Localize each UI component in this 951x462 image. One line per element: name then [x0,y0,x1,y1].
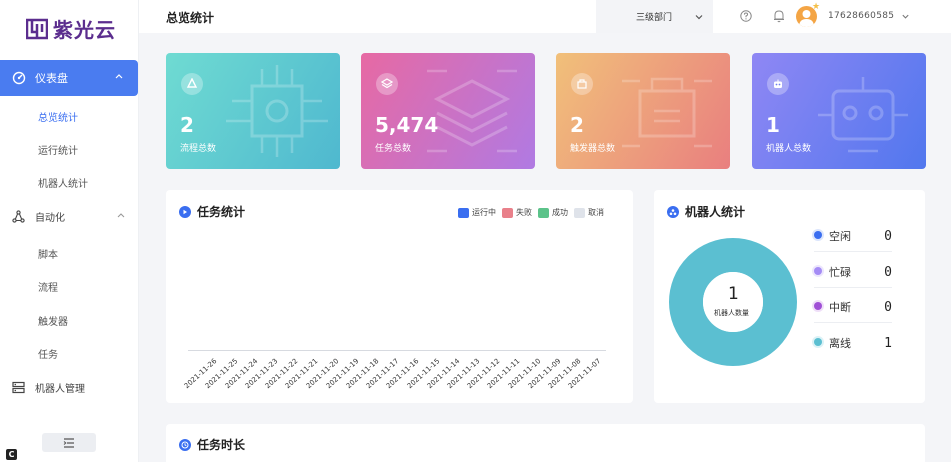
task-duration-panel: 任务时长 [166,424,925,462]
stat-card-processes[interactable]: 2 流程总数 [166,53,340,169]
chevron-up-icon [115,74,123,79]
status-count: 0 [884,300,892,315]
chip-decoration-icon [427,69,517,153]
sidebar-subitem-overview[interactable]: 总览统计 [38,109,78,124]
chevron-up-icon [117,213,125,218]
sidebar-subitem-tasks[interactable]: 任务 [38,346,58,361]
panel-title: 任务时长 [179,436,245,453]
legend-label: 成功 [552,208,568,217]
panel-title: 机器人统计 [667,203,745,220]
task-duration-title: 任务时长 [197,438,246,452]
sidebar-subitem-scripts[interactable]: 脚本 [38,246,58,261]
stat-value: 2 [180,113,194,137]
status-label: 中断 [829,301,851,314]
department-select[interactable]: 三级部门 [596,0,713,33]
brand-name: 紫光云 [53,18,116,42]
sidebar-subitem-robot-stats[interactable]: 机器人统计 [38,175,88,190]
sidebar-subitem-triggers[interactable]: 触发器 [38,313,68,328]
robot-stats-title: 机器人统计 [685,205,746,219]
star-icon: ★ [812,2,821,12]
legend-item-failed[interactable]: 失败 [502,207,532,218]
robot-stats-panel: 机器人统计 1 机器人数量 空闲 0 忙碌 0 中断 0 离线 1 [654,190,925,403]
sidebar-item-label: 仪表盘 [35,72,68,85]
legend-swatch [458,207,469,218]
brand-mark-icon [26,18,48,39]
chip-decoration-icon [818,77,908,153]
sidebar-item-dashboard[interactable]: 仪表盘 [0,60,138,96]
clock-icon [179,438,191,451]
sidebar-item-automation[interactable]: 自动化 [12,209,138,224]
stat-card-robots[interactable]: 1 机器人总数 [752,53,926,169]
collapse-sidebar-button[interactable] [42,433,96,452]
legend-item-cancelled[interactable]: 取消 [574,207,604,218]
robot-stats-icon [667,205,679,218]
status-count: 1 [884,336,892,351]
stat-card-tasks[interactable]: 5,474 任务总数 [361,53,535,169]
sidebar-subitem-processes[interactable]: 流程 [38,279,58,294]
status-label: 离线 [829,337,851,350]
robot-status-interrupted: 中断 0 [814,288,892,323]
top-header: 总览统计 三级部门 ★ 17628660585 [139,0,951,33]
status-count: 0 [884,265,892,280]
layers-icon [376,73,398,95]
robot-icon [767,73,789,95]
stat-value: 1 [766,113,780,137]
sidebar-item-robot-management[interactable]: 机器人管理 [12,380,85,395]
menu-fold-icon [63,437,74,448]
robot-total-label: 机器人数量 [714,309,749,317]
sidebar-subitem-runtime[interactable]: 运行统计 [38,142,78,157]
robot-status-offline: 离线 1 [814,324,892,359]
chip-decoration-icon [622,77,712,148]
status-dot [814,267,822,275]
task-stats-panel: 任务统计 运行中 失败 成功 取消 2021-11-26 2021-11-25 20… [166,190,633,403]
robot-status-idle: 空闲 0 [814,217,892,252]
stat-label: 任务总数 [375,144,412,154]
page-title: 总览统计 [166,11,215,25]
dashboard-icon [12,71,26,85]
legend-label: 运行中 [472,208,496,217]
robot-management-icon [12,381,25,394]
trigger-icon [571,73,593,95]
legend-item-success[interactable]: 成功 [538,207,568,218]
automation-icon [12,210,25,223]
department-select-value: 三级部门 [636,13,673,23]
stat-value: 2 [570,113,584,137]
panel-title: 任务统计 [179,203,245,220]
status-dot [814,302,822,310]
stat-label: 机器人总数 [766,144,812,154]
stat-label: 流程总数 [180,144,217,154]
status-label: 忙碌 [829,266,851,279]
chevron-down-icon [695,15,703,20]
legend-item-running[interactable]: 运行中 [458,207,496,218]
stat-value: 5,474 [375,113,439,137]
brand-logo[interactable]: 紫光云 [26,14,116,43]
robot-total-value: 1 [728,284,739,304]
bell-icon[interactable] [773,9,785,23]
process-icon [181,73,203,95]
sidebar-item-label: 自动化 [35,213,65,224]
legend-label: 失败 [516,208,532,217]
robot-status-busy: 忙碌 0 [814,253,892,288]
status-dot [814,338,822,346]
legend-swatch [502,207,513,218]
app-badge-icon: C [6,449,17,460]
legend-label: 取消 [588,208,604,217]
legend-swatch [574,207,585,218]
legend-swatch [538,207,549,218]
stat-label: 触发器总数 [570,144,616,154]
x-axis-line [188,350,606,351]
chip-decoration-icon [226,65,328,157]
task-stats-title: 任务统计 [197,205,246,219]
status-dot [814,231,822,239]
play-icon [179,205,191,218]
sidebar: 紫光云 仪表盘 总览统计 运行统计 机器人统计 自动化 脚本 流程 触发器 任务 [0,0,139,462]
help-icon[interactable] [740,10,752,22]
stat-card-triggers[interactable]: 2 触发器总数 [556,53,730,169]
chevron-down-icon[interactable] [901,12,910,21]
status-count: 0 [884,229,892,244]
sidebar-item-label: 机器人管理 [35,384,85,395]
status-label: 空闲 [829,230,851,243]
user-phone[interactable]: 17628660585 [828,11,894,21]
